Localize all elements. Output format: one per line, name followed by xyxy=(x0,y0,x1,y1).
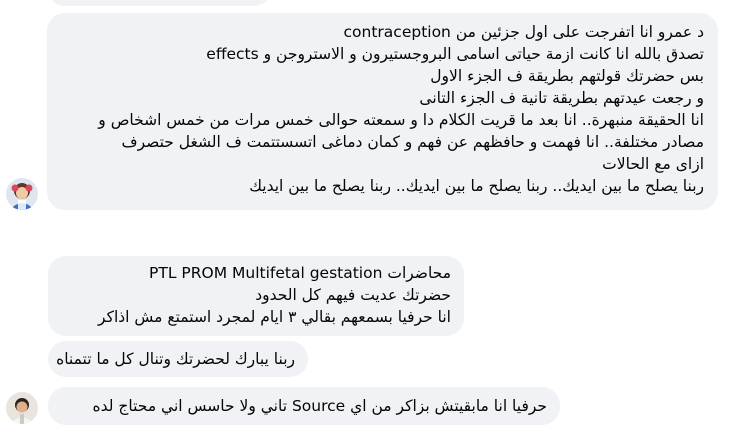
message-bubble-2: محاضرات PTL PROM Multifetal gestation حض… xyxy=(48,256,464,336)
message-line: حرفيا انا مابقيتش بزاكر من اي Source تان… xyxy=(92,397,548,415)
message-bubble-4: حرفيا انا مابقيتش بزاكر من اي Source تان… xyxy=(48,387,560,425)
participant-2-avatar[interactable] xyxy=(6,392,38,424)
message-line: ازاى مع الحالات xyxy=(602,155,704,173)
message-line: ربنا يبارك لحضرتك وتنال كل ما تتمناه xyxy=(56,350,295,368)
message-line: مصادر مختلفة.. انا فهمت و حافظهم عن فهم … xyxy=(121,133,704,151)
message-line: انا الحقيقة منبهرة.. انا بعد ما قريت الك… xyxy=(98,111,704,129)
message-line: تصدق بالله انا كانت ازمة حياتى اسامى الب… xyxy=(206,45,704,63)
previous-message-bubble xyxy=(47,0,272,6)
participant-1-avatar[interactable] xyxy=(6,178,38,210)
message-line: و رجعت عيدتهم بطريقة تانية ف الجزء التان… xyxy=(419,89,704,107)
message-line: محاضرات PTL PROM Multifetal gestation xyxy=(149,264,451,282)
message-line: د عمرو انا اتفرجت على اول جزئين من contr… xyxy=(343,23,704,41)
message-line: حضرتك عديت فيهم كل الحدود xyxy=(255,286,451,304)
message-line: ربنا يصلح ما بين ايديك.. ربنا يصلح ما بي… xyxy=(249,177,704,195)
message-bubble-3: ربنا يبارك لحضرتك وتنال كل ما تتمناه xyxy=(48,341,308,377)
message-line: بس حضرتك قولتهم بطريقة ف الجزء الاول xyxy=(430,67,704,85)
message-bubble-1: د عمرو انا اتفرجت على اول جزئين من contr… xyxy=(47,13,718,210)
avatar-image xyxy=(6,178,38,210)
message-line: انا حرفيا بسمعهم بقالي ٣ ايام لمجرد استم… xyxy=(98,308,451,326)
avatar-image xyxy=(6,392,38,424)
